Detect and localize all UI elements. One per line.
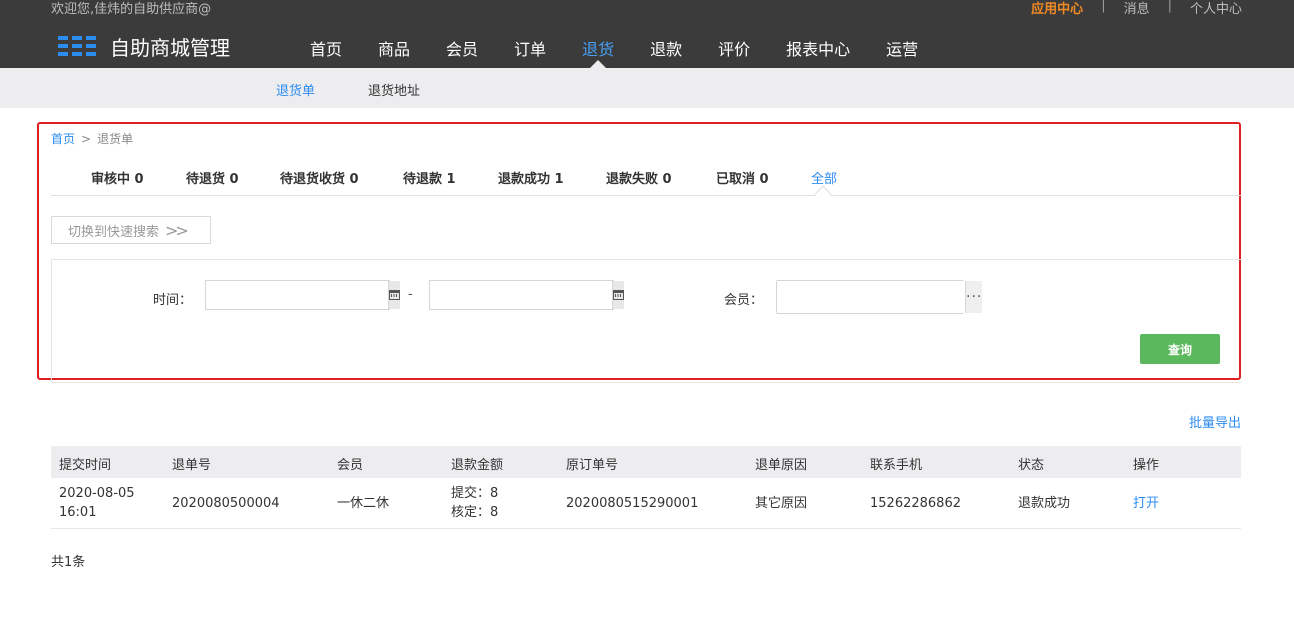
subnav-return-address[interactable]: 退货地址 <box>368 80 420 99</box>
double-chevron-right-icon: >> <box>165 220 189 240</box>
tab-pending-refund[interactable]: 待退款 1 <box>403 168 456 187</box>
tab-refund-success[interactable]: 退款成功 1 <box>498 168 564 187</box>
col-action: 操作 <box>1133 458 1160 473</box>
col-status: 状态 <box>1018 458 1045 473</box>
logo-text: 自助商城管理 <box>110 36 230 60</box>
cell-order-no: 2020080515290001 <box>566 496 699 511</box>
cell-status: 退款成功 <box>1018 496 1071 511</box>
nav-reports[interactable]: 报表中心 <box>768 36 868 68</box>
tab-reviewing[interactable]: 审核中 0 <box>91 168 144 187</box>
end-date-input[interactable] <box>429 280 624 310</box>
col-reason: 退单原因 <box>755 458 808 473</box>
subnav-return-orders[interactable]: 退货单 <box>276 80 315 99</box>
col-phone: 联系手机 <box>870 458 923 473</box>
cell-submit-time: 16:01 <box>59 505 97 520</box>
cell-amount-submit: 提交：8 <box>451 486 499 501</box>
cell-reason: 其它原因 <box>755 496 808 511</box>
sub-nav: 退货单 退货地址 <box>0 68 1294 108</box>
end-date-field[interactable] <box>430 281 612 309</box>
tab-pending-receipt[interactable]: 待退货收货 0 <box>280 168 359 187</box>
table-header: 提交时间 退单号 会员 退款金额 原订单号 退单原因 联系手机 状态 操作 <box>51 446 1241 478</box>
divider: | <box>1101 0 1106 13</box>
open-link[interactable]: 打开 <box>1133 494 1159 513</box>
personal-center-link[interactable]: 个人中心 <box>1190 0 1242 17</box>
col-member: 会员 <box>337 458 364 473</box>
query-button[interactable]: 查询 <box>1140 334 1220 364</box>
time-label: 时间： <box>153 293 193 308</box>
nav-returns[interactable]: 退货 <box>564 36 632 68</box>
start-date-field[interactable] <box>206 281 388 309</box>
tab-refund-failed[interactable]: 退款失败 0 <box>606 168 672 187</box>
grid-logo-icon <box>58 35 96 58</box>
cell-amount-approved: 核定：8 <box>451 505 499 520</box>
table-row: 2020-08-05 16:01 2020080500004 一休二休 提交：8… <box>51 478 1241 529</box>
messages-link[interactable]: 消息 <box>1124 0 1150 17</box>
cell-return-no: 2020080500004 <box>172 496 280 511</box>
calendar-icon[interactable] <box>612 281 624 309</box>
switch-quick-search-button[interactable]: 切换到快速搜索 >> <box>51 216 211 244</box>
nav-home[interactable]: 首页 <box>292 36 360 68</box>
main-nav: 首页 商品 会员 订单 退货 退款 评价 报表中心 运营 <box>292 36 936 68</box>
nav-operations[interactable]: 运营 <box>868 36 936 68</box>
divider: | <box>1167 0 1172 13</box>
range-separator: - <box>408 287 413 302</box>
top-links: 应用中心 | 消息 | 个人中心 <box>1031 0 1242 17</box>
start-date-input[interactable] <box>205 280 400 310</box>
breadcrumb-sep: > <box>81 132 92 146</box>
batch-export-link[interactable]: 批量导出 <box>1189 412 1241 431</box>
cell-member: 一休二休 <box>337 496 390 511</box>
search-panel <box>51 259 1241 383</box>
col-refund-amount: 退款金额 <box>451 458 504 473</box>
returns-table: 提交时间 退单号 会员 退款金额 原订单号 退单原因 联系手机 状态 操作 20… <box>51 446 1241 529</box>
col-submit-time: 提交时间 <box>59 458 112 473</box>
total-count: 共1条 <box>51 555 86 570</box>
app-center-link[interactable]: 应用中心 <box>1031 0 1083 17</box>
member-input[interactable]: ··· <box>776 280 983 314</box>
breadcrumb: 首页 > 退货单 <box>51 130 133 147</box>
member-field[interactable] <box>777 281 965 313</box>
cell-phone: 15262286862 <box>870 496 961 511</box>
col-return-no: 退单号 <box>172 458 212 473</box>
breadcrumb-home[interactable]: 首页 <box>51 132 75 146</box>
nav-orders[interactable]: 订单 <box>496 36 564 68</box>
breadcrumb-current: 退货单 <box>97 132 134 146</box>
nav-members[interactable]: 会员 <box>428 36 496 68</box>
more-options-icon[interactable]: ··· <box>965 281 983 313</box>
nav-reviews[interactable]: 评价 <box>700 36 768 68</box>
member-label: 会员： <box>724 293 764 308</box>
top-header: 欢迎您,佳炜的自助供应商@ 应用中心 | 消息 | 个人中心 自助商城管理 首页… <box>0 0 1294 68</box>
nav-refunds[interactable]: 退款 <box>632 36 700 68</box>
tab-pending-return[interactable]: 待退货 0 <box>186 168 239 187</box>
cell-submit-date: 2020-08-05 <box>59 486 135 501</box>
calendar-icon[interactable] <box>388 281 400 309</box>
switch-label: 切换到快速搜索 <box>68 224 160 240</box>
status-tabs: 审核中 0 待退货 0 待退货收货 0 待退款 1 退款成功 1 退款失败 0 … <box>51 158 1241 203</box>
welcome-text: 欢迎您,佳炜的自助供应商@ <box>51 2 212 17</box>
nav-products[interactable]: 商品 <box>360 36 428 68</box>
col-order-no: 原订单号 <box>566 458 619 473</box>
tab-cancelled[interactable]: 已取消 0 <box>716 168 769 187</box>
logo[interactable]: 自助商城管理 <box>58 32 230 61</box>
tab-all[interactable]: 全部 <box>811 168 837 187</box>
